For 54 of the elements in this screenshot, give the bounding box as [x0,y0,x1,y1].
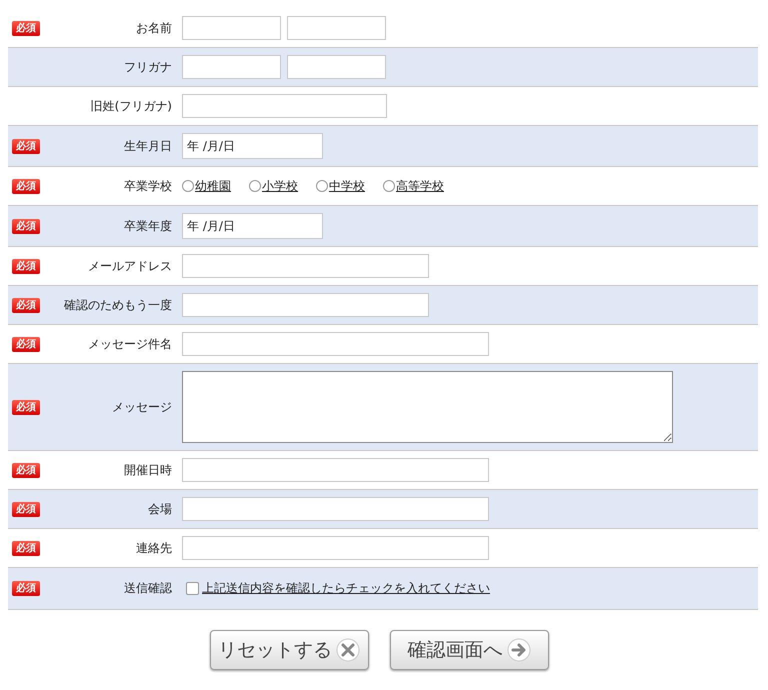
field-label: メールアドレス [87,258,172,274]
required-badge: 必須 [12,138,40,154]
input-field[interactable] [182,332,489,356]
required-badge: 必須 [12,462,40,478]
input-field[interactable] [182,458,489,482]
required-badge: 必須 [12,502,40,516]
date-field[interactable]: 年 /月/日 [182,213,323,239]
required-badge: 必須 [12,218,40,234]
required-badge: 必須 [12,400,40,414]
input-field[interactable] [182,293,429,317]
required-badge: 必須 [12,298,40,312]
field-label: 卒業年度 [123,218,172,234]
required-badge: 必須 [12,20,40,36]
arrow-right-icon [506,638,530,662]
reset-button[interactable]: リセットする [210,630,368,670]
input-field[interactable] [182,55,281,79]
required-badge: 必須 [12,581,40,596]
input-field[interactable] [182,16,281,40]
field-label: お名前 [135,20,172,36]
required-badge: 必須 [12,178,40,194]
field-label: 旧姓(フリガナ) [90,98,172,114]
message-textarea[interactable] [182,371,673,443]
field-label: 連絡先 [135,540,172,556]
field-label: 生年月日 [123,138,172,154]
field-label: 会場 [147,500,172,518]
field-label: 確認のためもう一度 [63,296,172,314]
checkbox-label[interactable]: 上記送信内容を確認したらチェックを入れてください [202,580,490,597]
input-field[interactable] [182,497,489,521]
radio-button[interactable] [316,180,328,192]
radio-label[interactable]: 幼稚園 [195,178,231,194]
input-field[interactable] [182,254,429,278]
radio-label[interactable]: 小学校 [262,178,298,194]
required-badge: 必須 [12,336,40,352]
field-label: メッセージ [111,398,172,416]
field-label: 卒業学校 [123,178,172,194]
input-field[interactable] [287,16,386,40]
radio-label[interactable]: 高等学校 [396,178,444,194]
field-label: フリガナ [123,58,172,76]
input-field[interactable] [287,55,386,79]
required-badge: 必須 [12,540,40,556]
confirm-button[interactable]: 確認画面へ [390,630,548,670]
field-label: 送信確認 [123,580,172,597]
required-badge: 必須 [12,258,40,274]
radio-button[interactable] [182,180,194,192]
input-field[interactable] [182,94,387,118]
field-label: 開催日時 [123,462,172,478]
field-label: メッセージ件名 [87,336,172,352]
input-field[interactable] [182,536,489,560]
radio-button[interactable] [383,180,395,192]
close-icon [336,638,360,662]
radio-button[interactable] [249,180,261,192]
date-field[interactable]: 年 /月/日 [182,133,323,159]
checkbox[interactable] [186,582,199,595]
radio-label[interactable]: 中学校 [329,178,365,194]
